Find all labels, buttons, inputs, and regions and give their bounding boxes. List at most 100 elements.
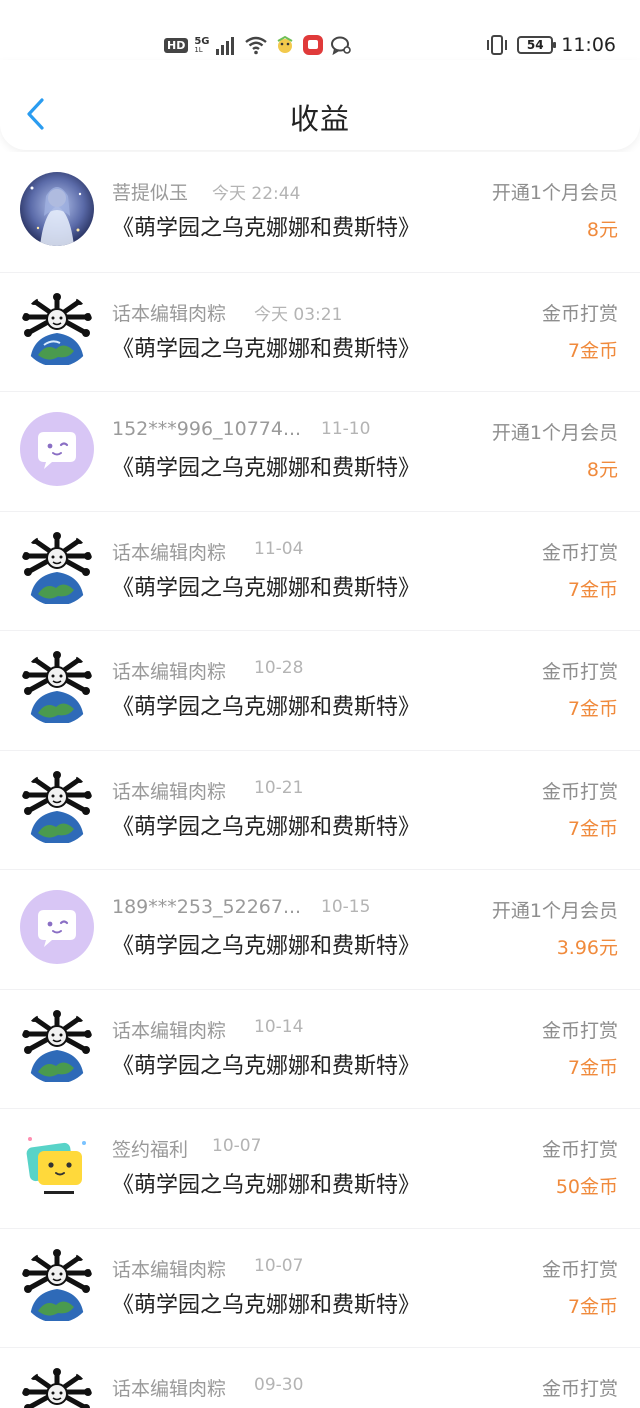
book-title: 《萌学园之乌克娜娜和费斯特》 [112,1173,421,1198]
earth-avatar-image [20,531,94,606]
earnings-list: 菩提似玉 今天 22:44 《萌学园之乌克娜娜和费斯特》 开通1个月会员 8元 [0,152,640,1408]
list-item[interactable]: 话本编辑肉粽 今天 03:21 《萌学园之乌克娜娜和费斯特》 金币打赏 7金币 [0,271,640,391]
record-date: 10-07 [254,1255,304,1276]
earth-avatar-image [20,770,94,845]
earth-avatar-image [20,651,94,725]
income-type: 金币打赏 [541,1139,618,1161]
sender-name: 话本编辑肉粽 [112,302,227,325]
income-type: 开通1个月会员 [491,182,618,204]
list-item[interactable]: 话本编辑肉粽 10-07 《萌学园之乌克娜娜和费斯特》 金币打赏 7金币 [0,1227,640,1347]
income-type: 金币打赏 [541,1378,618,1400]
book-title: 《萌学园之乌克娜娜和费斯特》 [112,1053,421,1079]
record-date: 11-10 [321,419,371,439]
battery-indicator: 54 [517,36,557,54]
sender-name: 152***996_10774... [112,418,302,440]
record-date: 今天 03:21 [254,304,343,325]
hd-badge: HD [164,37,189,53]
record-date: 09-30 [254,1375,304,1395]
income-amount: 7金币 [567,339,618,362]
book-title: 《萌学园之乌克娜娜和费斯特》 [112,814,421,840]
income-amount: 7金币 [567,817,618,840]
income-type: 金币打赏 [541,780,618,803]
yellow-chat-avatar-image [20,1129,94,1203]
status-time: 11:06 [561,34,616,56]
sender-name: 话本编辑肉粽 [112,1258,227,1281]
record-date: 10-15 [321,897,371,917]
status-icons-left: HD 5G 1L [164,32,352,58]
sender-name: 菩提似玉 [112,182,189,204]
list-item[interactable]: 菩提似玉 今天 22:44 《萌学园之乌克娜娜和费斯特》 开通1个月会员 8元 [0,152,640,272]
record-date: 10-07 [212,1136,262,1156]
book-title: 《萌学园之乌克娜娜和费斯特》 [112,456,421,481]
income-type: 金币打赏 [541,302,618,325]
sender-name: 签约福利 [112,1139,189,1161]
record-date: 10-14 [254,1016,304,1037]
income-type: 开通1个月会员 [491,900,618,922]
network-type-label: 5G 1L [194,35,210,54]
book-title: 《萌学园之乌克娜娜和费斯特》 [112,336,421,362]
user-avatar[interactable] [20,1248,94,1323]
income-type: 金币打赏 [541,1019,618,1042]
network-type-top: 5G [194,35,210,47]
list-item[interactable]: 话本编辑肉粽 10-28 《萌学园之乌克娜娜和费斯特》 金币打赏 7金币 [0,630,640,750]
sender-name: 话本编辑肉粽 [112,1378,227,1400]
red-app-icon [302,35,323,55]
book-title: 《萌学园之乌克娜娜和费斯特》 [112,1292,421,1318]
sender-name: 话本编辑肉粽 [112,661,227,683]
list-item[interactable]: 189***253_52267... 10-15 《萌学园之乌克娜娜和费斯特》 … [0,869,640,989]
user-avatar[interactable] [20,412,94,486]
user-avatar[interactable] [20,1368,94,1408]
record-date: 11-04 [254,538,304,559]
user-avatar[interactable] [20,890,94,964]
status-icons-right: 54 11:06 [485,32,616,58]
app-notification-icon [277,35,293,53]
income-type: 金币打赏 [541,1258,618,1281]
income-type: 金币打赏 [541,541,618,564]
income-amount: 7金币 [567,1295,618,1318]
book-title: 《萌学园之乌克娜娜和费斯特》 [112,216,421,241]
income-amount: 8元 [586,459,618,481]
sender-name: 189***253_52267... [112,896,302,918]
user-avatar[interactable] [20,292,94,367]
list-item[interactable]: 话本编辑肉粽 09-30 金币打赏 [0,1347,640,1408]
vibrate-icon [487,35,508,55]
user-avatar[interactable] [20,770,94,845]
record-date: 10-28 [254,658,304,678]
income-amount: 8元 [586,219,618,241]
sender-name: 话本编辑肉粽 [112,541,227,564]
list-item[interactable]: 话本编辑肉粽 10-21 《萌学园之乌克娜娜和费斯特》 金币打赏 7金币 [0,749,640,869]
user-avatar[interactable] [20,172,94,246]
income-type: 金币打赏 [541,661,618,683]
list-item[interactable]: 话本编辑肉粽 10-14 《萌学园之乌克娜娜和费斯特》 金币打赏 7金币 [0,988,640,1108]
list-item[interactable]: 话本编辑肉粽 11-04 《萌学园之乌克娜娜和费斯特》 金币打赏 7金币 [0,510,640,630]
network-type-bottom: 1L [194,45,203,54]
book-title: 《萌学园之乌克娜娜和费斯特》 [112,575,421,601]
income-amount: 7金币 [567,1056,618,1079]
cell-signal-icon [215,37,234,55]
user-avatar[interactable] [20,1129,94,1203]
income-amount: 3.96元 [556,937,618,959]
income-amount: 7金币 [567,698,618,720]
user-avatar[interactable] [20,651,94,725]
anime-avatar-image [20,172,94,246]
page-title: 收益 [289,102,350,136]
wifi-icon [244,36,267,55]
earth-avatar-image [20,292,94,367]
list-item[interactable]: 签约福利 10-07 《萌学园之乌克娜娜和费斯特》 金币打赏 50金币 [0,1108,640,1228]
book-title: 《萌学园之乌克娜娜和费斯特》 [112,934,421,959]
user-avatar[interactable] [20,531,94,606]
earth-avatar-image [20,1248,94,1323]
chat-bubble-avatar-image [20,412,94,486]
chat-bubble-avatar-image [20,890,94,964]
record-date: 10-21 [254,777,304,798]
earth-avatar-image [20,1368,94,1408]
page-header: 收益 [0,60,640,150]
income-type: 开通1个月会员 [491,422,618,444]
book-title: 《萌学园之乌克娜娜和费斯特》 [112,695,421,720]
sender-name: 话本编辑肉粽 [112,780,227,803]
list-item[interactable]: 152***996_10774... 11-10 《萌学园之乌克娜娜和费斯特》 … [0,391,640,511]
income-amount: 50金币 [555,1176,618,1198]
user-avatar[interactable] [20,1009,94,1084]
earth-avatar-image [20,1009,94,1084]
income-amount: 7金币 [567,578,618,601]
